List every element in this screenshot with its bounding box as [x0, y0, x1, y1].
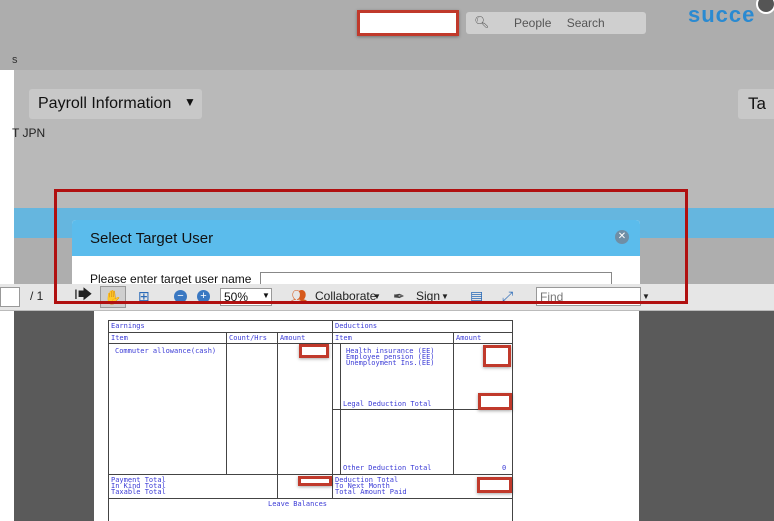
brand-logo: succe [688, 2, 756, 27]
country-label: T JPN [12, 126, 46, 140]
deduction-sub-divider [340, 344, 341, 474]
leave-balances: Leave Balances [268, 500, 328, 508]
other-deduction-total: Other Deduction Total [343, 464, 432, 472]
deduction-row-3: Unemployment Ins.(EE) [346, 359, 435, 367]
redacted-user-field [357, 10, 459, 36]
table-border-right [512, 320, 513, 521]
totals-line [108, 474, 513, 475]
page-number-input[interactable] [0, 287, 20, 307]
col-amount: Amount [280, 334, 306, 342]
highlight-annotation [54, 189, 688, 304]
nav-fragment: s [12, 54, 18, 66]
leave-line [108, 498, 513, 499]
search-placeholder: People Search [514, 16, 605, 30]
col-amount-deductions: Amount [456, 334, 482, 342]
other-deduction-value: 0 [502, 464, 507, 472]
taxable-total: Taxable Total [111, 488, 166, 496]
redacted-payment-total [298, 476, 332, 486]
page-total: / 1 [30, 289, 44, 303]
people-search-box[interactable]: 🔍︎ People Search [466, 12, 646, 34]
col-amount-d-divider [453, 332, 454, 474]
chevron-down-icon: ▼ [184, 95, 196, 109]
right-tab-label: Ta [748, 94, 766, 113]
total-amount-paid: Total Amount Paid [335, 488, 407, 496]
payroll-info-button[interactable]: Payroll Information ▼ [29, 89, 202, 119]
col-count: Count/Hrs [229, 334, 267, 342]
legal-deduction-total: Legal Deduction Total [343, 400, 432, 408]
table-border-top [108, 320, 513, 321]
redacted-deduction-amount [483, 345, 511, 367]
col-count-divider [226, 332, 227, 474]
right-tab-button[interactable]: Ta [738, 89, 774, 119]
payroll-info-label: Payroll Information [38, 95, 172, 112]
redacted-deduction-total [477, 477, 512, 493]
col-item: Item [111, 334, 128, 342]
deductions-header: Deductions [335, 322, 378, 330]
pdf-canvas-left-edge [0, 311, 14, 521]
table-border-left [108, 320, 109, 521]
redacted-legal-total [478, 393, 512, 410]
earnings-header: Earnings [111, 322, 145, 330]
redacted-earning-amount [299, 344, 329, 358]
search-icon: 🔍︎ [474, 15, 490, 29]
earning-row-1: Commuter allowance(cash) [115, 347, 217, 355]
col-item-deductions: Item [335, 334, 352, 342]
